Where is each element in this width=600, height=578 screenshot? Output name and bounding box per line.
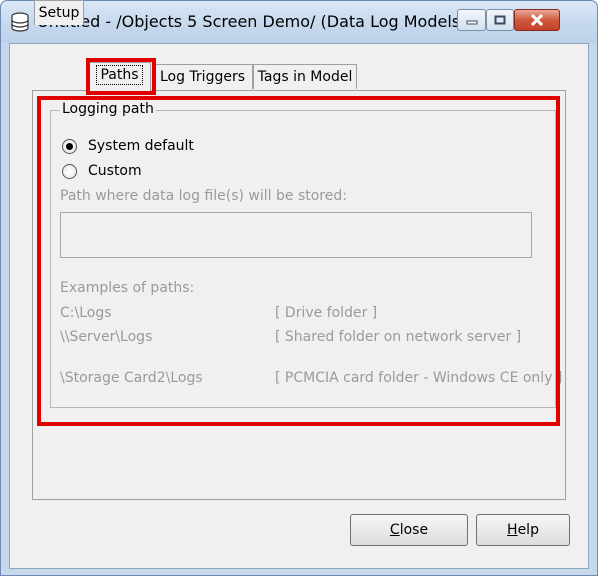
radio-label: System default — [88, 138, 194, 154]
example-path: \Storage Card2\Logs — [60, 370, 203, 386]
minimize-icon — [466, 20, 477, 25]
example-description: [ Shared folder on network server ] — [275, 329, 522, 345]
window-title: Untitled - /Objects 5 Screen Demo/ (Data… — [37, 12, 467, 31]
tab-label: Setup — [38, 5, 80, 21]
tab-tags-in-model[interactable]: Tags in Model — [253, 64, 357, 89]
example-description: [ Drive folder ] — [275, 305, 378, 321]
help-access-key: H — [507, 522, 518, 538]
close-icon — [530, 14, 544, 26]
tab-label: Tags in Model — [257, 69, 353, 85]
close-access-key: C — [389, 522, 400, 538]
tab-label: Paths — [96, 65, 143, 85]
radio-button[interactable] — [62, 163, 77, 179]
tab-log-triggers[interactable]: Log Triggers — [152, 64, 253, 89]
radio-system-default[interactable]: System default — [62, 136, 194, 156]
path-input[interactable] — [60, 212, 532, 258]
path-label: Path where data log file(s) will be stor… — [60, 188, 347, 204]
minimize-button[interactable] — [457, 9, 486, 31]
radio-custom[interactable]: Custom — [62, 161, 142, 181]
radio-label: Custom — [88, 163, 142, 179]
tab-label: Log Triggers — [159, 69, 246, 85]
help-label: elp — [517, 522, 539, 538]
title-bar[interactable]: Untitled - /Objects 5 Screen Demo/ (Data… — [1, 1, 597, 43]
group-title: Logging path — [60, 101, 156, 117]
examples-title: Examples of paths: — [60, 280, 195, 296]
example-description: [ PCMCIA card folder - Windows CE only ] — [275, 370, 563, 386]
close-button[interactable]: Close — [350, 514, 468, 546]
example-path: C:\Logs — [60, 305, 112, 321]
tab-paths[interactable]: Paths — [88, 62, 151, 91]
close-label: lose — [399, 522, 429, 538]
maximize-icon — [494, 15, 506, 25]
database-icon — [11, 12, 29, 32]
tab-setup[interactable]: Setup — [34, 0, 84, 25]
example-path: \\Server\Logs — [60, 329, 153, 345]
maximize-button[interactable] — [486, 9, 514, 31]
radio-button-checked[interactable] — [62, 138, 77, 154]
help-button[interactable]: Help — [476, 514, 570, 546]
close-window-button[interactable] — [514, 9, 560, 31]
